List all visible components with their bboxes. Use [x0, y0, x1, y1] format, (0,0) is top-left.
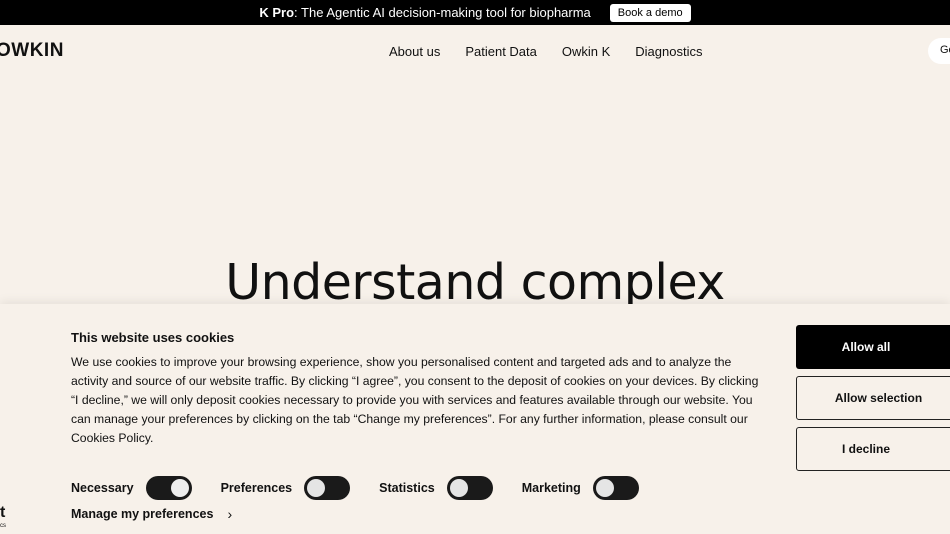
- nav-link-diagnostics[interactable]: Diagnostics: [635, 44, 702, 59]
- toggle-label-necessary: Necessary: [71, 481, 134, 495]
- hero-title: Understand complex: [225, 254, 725, 311]
- allow-all-button[interactable]: Allow all: [796, 325, 950, 369]
- nav-links: About us Patient Data Owkin K Diagnostic…: [389, 44, 727, 59]
- corner-badge-sub: cs: [0, 523, 6, 529]
- toggle-group-necessary: Necessary: [71, 476, 192, 500]
- cookie-description: We use cookies to improve your browsing …: [71, 355, 759, 445]
- toggle-knob: [170, 479, 189, 497]
- toggle-group-marketing: Marketing: [522, 476, 639, 500]
- cookie-title: This website uses cookies: [71, 330, 235, 345]
- toggle-label-marketing: Marketing: [521, 481, 581, 495]
- nav-link-patient-data[interactable]: Patient Data: [465, 44, 537, 59]
- book-demo-button[interactable]: Book a demo: [609, 3, 691, 22]
- toggle-label-statistics: Statistics: [379, 481, 435, 495]
- toggle-knob: [449, 479, 468, 497]
- cookie-toggles: Necessary Preferences Statistics Marketi…: [71, 476, 639, 500]
- necessary-toggle[interactable]: [145, 476, 192, 500]
- toggle-group-statistics: Statistics: [379, 476, 493, 500]
- cookie-banner: This website uses cookies We use cookies…: [0, 304, 950, 534]
- manage-preferences-label: Manage my preferences: [71, 507, 214, 521]
- announcement-product: K Pro: [259, 5, 295, 20]
- chevron-right-icon: ›: [227, 506, 233, 522]
- toggle-knob: [307, 479, 326, 497]
- corner-badge-mark: t: [0, 504, 6, 521]
- nav-cta-button[interactable]: Ge: [928, 38, 950, 64]
- owkin-logo[interactable]: OWKIN: [0, 40, 64, 62]
- nav-link-owkin-k[interactable]: Owkin K: [562, 44, 610, 59]
- decline-button[interactable]: I decline: [796, 427, 950, 471]
- toggle-label-preferences: Preferences: [220, 481, 293, 495]
- preferences-toggle[interactable]: [304, 476, 351, 500]
- statistics-toggle[interactable]: [446, 476, 493, 500]
- toggle-group-preferences: Preferences: [221, 476, 351, 500]
- allow-selection-button[interactable]: Allow selection: [796, 376, 950, 420]
- announcement-bar: K Pro: The Agentic AI decision-making to…: [0, 0, 950, 25]
- nav-link-about-us[interactable]: About us: [389, 44, 440, 59]
- announcement-text: K Pro: The Agentic AI decision-making to…: [259, 5, 590, 20]
- announcement-message: : The Agentic AI decision-making tool fo…: [294, 5, 591, 20]
- main-nav: OWKIN About us Patient Data Owkin K Diag…: [0, 25, 950, 77]
- toggle-knob: [595, 479, 614, 497]
- marketing-toggle[interactable]: [592, 476, 639, 500]
- manage-preferences-link[interactable]: Manage my preferences ›: [71, 506, 232, 522]
